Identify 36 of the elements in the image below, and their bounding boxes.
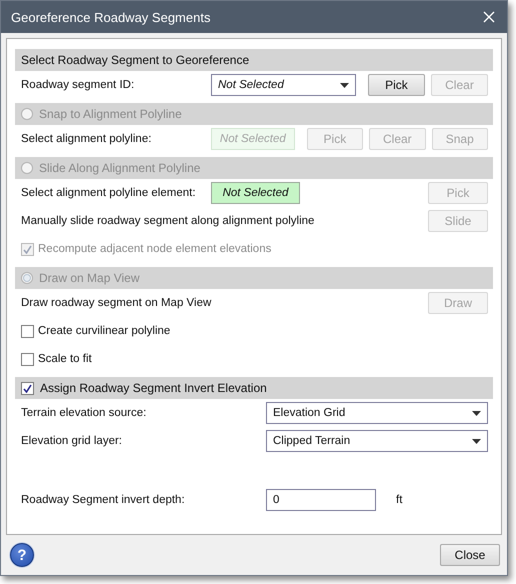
section-title: Slide Along Alignment Polyline <box>39 161 200 175</box>
checkbox-label: Recompute adjacent node element elevations <box>38 243 272 255</box>
checkbox[interactable] <box>21 352 34 366</box>
close-button[interactable]: Close <box>440 544 500 566</box>
close-icon[interactable] <box>483 11 495 23</box>
section-title: Draw on Map View <box>39 271 140 285</box>
dropdown[interactable]: Not Selected <box>211 74 356 96</box>
checkbox[interactable] <box>21 382 34 394</box>
checkbox-label: Create curvilinear polyline <box>38 325 172 337</box>
unit-label: ft <box>396 494 402 506</box>
help-button[interactable]: ? <box>10 543 34 567</box>
action-button[interactable]: Pick <box>368 74 425 96</box>
field-label: Manually slide roadway segment along alignment polyline <box>21 215 316 227</box>
field-label: Draw roadway segment on Map View <box>21 297 212 309</box>
field-label: Elevation grid layer: <box>21 435 123 447</box>
caret-icon <box>472 438 481 444</box>
caret-icon <box>472 410 481 416</box>
section-title: Snap to Alignment Polyline <box>39 107 182 121</box>
field-label: Terrain elevation source: <box>21 407 148 419</box>
caret-icon <box>340 82 349 88</box>
checkmark-icon <box>23 244 32 254</box>
dropdown[interactable]: Elevation Grid <box>266 402 488 424</box>
section-title: Select Roadway Segment to Georeference <box>21 53 250 67</box>
selection-display: Not Selected <box>211 182 300 204</box>
field-label: Select alignment polyline element: <box>21 187 197 199</box>
checkbox-label: Scale to fit <box>38 353 93 365</box>
dropdown[interactable]: Clipped Terrain <box>266 430 488 452</box>
checkbox[interactable] <box>21 324 34 338</box>
checkmark-icon <box>23 384 32 392</box>
section-title: Assign Roadway Segment Invert Elevation <box>40 381 267 395</box>
field-label: Select alignment polyline: <box>21 133 152 145</box>
selection-display: Not Selected <box>211 128 295 150</box>
field-label: Roadway Segment invert depth: <box>21 494 186 506</box>
window-title: Georeference Roadway Segments <box>11 10 210 24</box>
field-label: Roadway segment ID: <box>21 79 136 91</box>
depth-input[interactable]: 0 <box>266 489 376 511</box>
